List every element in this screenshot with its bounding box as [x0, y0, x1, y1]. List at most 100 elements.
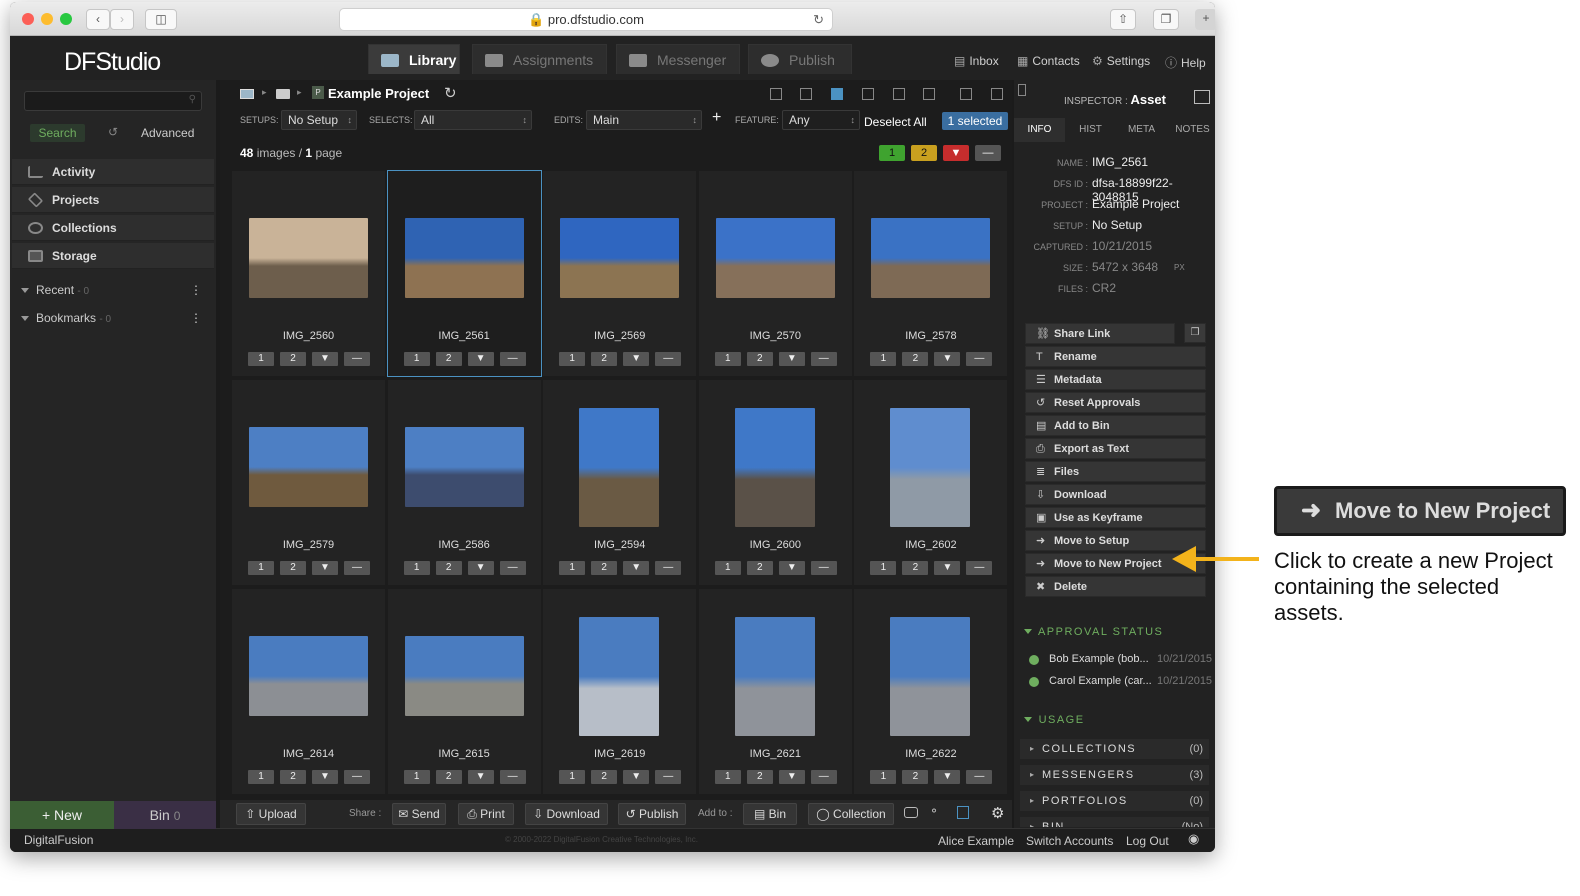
- add-to-bin-button[interactable]: ▤ Bin: [743, 803, 797, 825]
- rating-button[interactable]: 2: [591, 770, 618, 784]
- rating-button[interactable]: 2: [902, 561, 929, 575]
- help-link[interactable]: ⓘ Help: [1165, 54, 1206, 71]
- bin-button[interactable]: Bin 0: [114, 801, 216, 829]
- tab-library[interactable]: Library: [368, 44, 460, 74]
- folder-icon[interactable]: [276, 89, 290, 99]
- rating-button[interactable]: ▼: [778, 352, 805, 366]
- tab-hist[interactable]: HIST: [1065, 118, 1116, 142]
- rating-button[interactable]: —: [810, 561, 837, 575]
- add-edit-icon[interactable]: +: [712, 109, 721, 127]
- rating-button[interactable]: ▼: [312, 561, 338, 575]
- thumbnail-card[interactable]: IMG_2594 1 2 ▼ —: [543, 380, 697, 585]
- thumbnail-card[interactable]: IMG_2621 1 2 ▼ —: [698, 589, 852, 794]
- feature-dropdown[interactable]: Any: [782, 110, 860, 130]
- usage-row-bin[interactable]: ▸ BIN (No): [1020, 817, 1209, 827]
- image-thumbnail[interactable]: [249, 427, 368, 507]
- thumbnail-card[interactable]: IMG_2600 1 2 ▼ —: [698, 380, 852, 585]
- rating-button[interactable]: —: [344, 770, 370, 784]
- rating-button[interactable]: 2: [280, 352, 306, 366]
- rating-button[interactable]: 1: [559, 770, 586, 784]
- thumbnail-card[interactable]: IMG_2602 1 2 ▼ —: [854, 380, 1008, 585]
- slideshow-view-icon[interactable]: [770, 88, 782, 100]
- rating-button[interactable]: ▼: [623, 561, 650, 575]
- selects-dropdown[interactable]: All: [414, 110, 532, 130]
- tab-assignments[interactable]: Assignments: [472, 44, 607, 74]
- rating-button[interactable]: 1: [403, 352, 430, 366]
- rating-button[interactable]: 2: [280, 770, 306, 784]
- rating-button[interactable]: 2: [746, 770, 773, 784]
- add-to-collection-button[interactable]: ◯ Collection: [808, 803, 894, 825]
- rating-button[interactable]: 1: [559, 352, 586, 366]
- rating-button[interactable]: —: [966, 770, 993, 784]
- rating-button[interactable]: 2: [746, 561, 773, 575]
- reset-approvals-button[interactable]: ↺ Reset Approvals: [1025, 392, 1206, 413]
- new-tab-button[interactable]: +: [1195, 9, 1215, 30]
- copy-link-icon[interactable]: ❐: [1184, 323, 1206, 343]
- rating-button[interactable]: 2: [746, 352, 773, 366]
- small-grid-view-icon[interactable]: [831, 88, 843, 100]
- thumbnail-card[interactable]: IMG_2561 1 2 ▼ —: [386, 170, 542, 377]
- tabs-overview-icon[interactable]: ❐: [1153, 9, 1179, 30]
- tab-messenger[interactable]: Messenger: [616, 44, 740, 74]
- usage-row-portfolios[interactable]: ▸ PORTFOLIOS (0): [1020, 791, 1209, 811]
- lightbox-icon[interactable]: [904, 807, 918, 818]
- share-link-button[interactable]: ⛓ Share Link: [1025, 323, 1175, 344]
- thumbnail-card[interactable]: IMG_2622 1 2 ▼ —: [854, 589, 1008, 794]
- tab-publish[interactable]: Publish: [748, 44, 852, 74]
- edits-dropdown[interactable]: Main: [586, 110, 702, 130]
- rating-button[interactable]: 2: [591, 352, 618, 366]
- rating-button[interactable]: 1: [714, 352, 741, 366]
- switch-accounts-link[interactable]: Switch Accounts: [1026, 834, 1113, 848]
- rating-button[interactable]: —: [499, 352, 526, 366]
- filmstrip-icon[interactable]: [957, 806, 969, 819]
- forward-button[interactable]: ›: [110, 9, 134, 30]
- tab-meta[interactable]: META: [1116, 118, 1167, 142]
- image-thumbnail[interactable]: [404, 427, 524, 507]
- rating-button[interactable]: —: [655, 561, 682, 575]
- rating-button[interactable]: 1: [248, 770, 274, 784]
- image-thumbnail[interactable]: [890, 617, 971, 736]
- usage-header[interactable]: USAGE: [1024, 714, 1085, 726]
- large-grid-view-icon[interactable]: [862, 88, 874, 100]
- download-button[interactable]: ⇩ Download: [525, 803, 608, 825]
- rating-button[interactable]: 1: [559, 561, 586, 575]
- logout-link[interactable]: Log Out: [1126, 834, 1169, 848]
- rating-button[interactable]: 2: [435, 352, 462, 366]
- filter-badge[interactable]: ▼: [943, 145, 969, 161]
- image-thumbnail[interactable]: [249, 218, 368, 298]
- sidebar-item-projects[interactable]: Projects: [12, 187, 214, 213]
- thumbnail-card[interactable]: IMG_2615 1 2 ▼ —: [387, 589, 541, 794]
- minimize-window-button[interactable]: [41, 13, 53, 25]
- settings-link[interactable]: ⚙ Settings: [1092, 54, 1150, 68]
- stack-icon[interactable]: [960, 88, 972, 100]
- thumbnail-card[interactable]: IMG_2570 1 2 ▼ —: [698, 171, 852, 376]
- collapse-panel-icon[interactable]: [1194, 90, 1210, 104]
- thumbnail-card[interactable]: IMG_2586 1 2 ▼ —: [387, 380, 541, 585]
- rating-button[interactable]: —: [655, 352, 682, 366]
- rating-button[interactable]: ▼: [778, 561, 805, 575]
- download-button[interactable]: ⇩ Download: [1025, 484, 1206, 505]
- bookmark-icon[interactable]: [1018, 84, 1026, 96]
- sidebar-item-activity[interactable]: Activity: [12, 159, 214, 185]
- reload-icon[interactable]: ↻: [813, 9, 824, 30]
- search-input[interactable]: ⚲: [24, 91, 202, 111]
- list-view-icon[interactable]: [800, 88, 812, 100]
- print-button[interactable]: ⎙ Print: [458, 803, 514, 825]
- rating-button[interactable]: ▼: [467, 561, 494, 575]
- sidebar-item-storage[interactable]: Storage: [12, 243, 214, 269]
- rating-button[interactable]: 1: [870, 770, 897, 784]
- fullscreen-icon[interactable]: [991, 88, 1003, 100]
- share-icon[interactable]: ⇧: [1110, 9, 1136, 30]
- rating-button[interactable]: 1: [403, 561, 430, 575]
- rating-button[interactable]: —: [966, 561, 993, 575]
- delete-button[interactable]: ✖ Delete: [1025, 576, 1206, 597]
- rating-button[interactable]: 1: [248, 352, 274, 366]
- back-button[interactable]: ‹: [86, 9, 110, 30]
- rating-button[interactable]: —: [810, 770, 837, 784]
- filter-badge[interactable]: 2: [911, 145, 937, 161]
- rating-button[interactable]: —: [499, 770, 526, 784]
- deselect-all-button[interactable]: Deselect All: [864, 115, 927, 129]
- rating-button[interactable]: 2: [435, 561, 462, 575]
- more-icon[interactable]: ⋮: [190, 307, 202, 329]
- image-thumbnail[interactable]: [890, 408, 971, 527]
